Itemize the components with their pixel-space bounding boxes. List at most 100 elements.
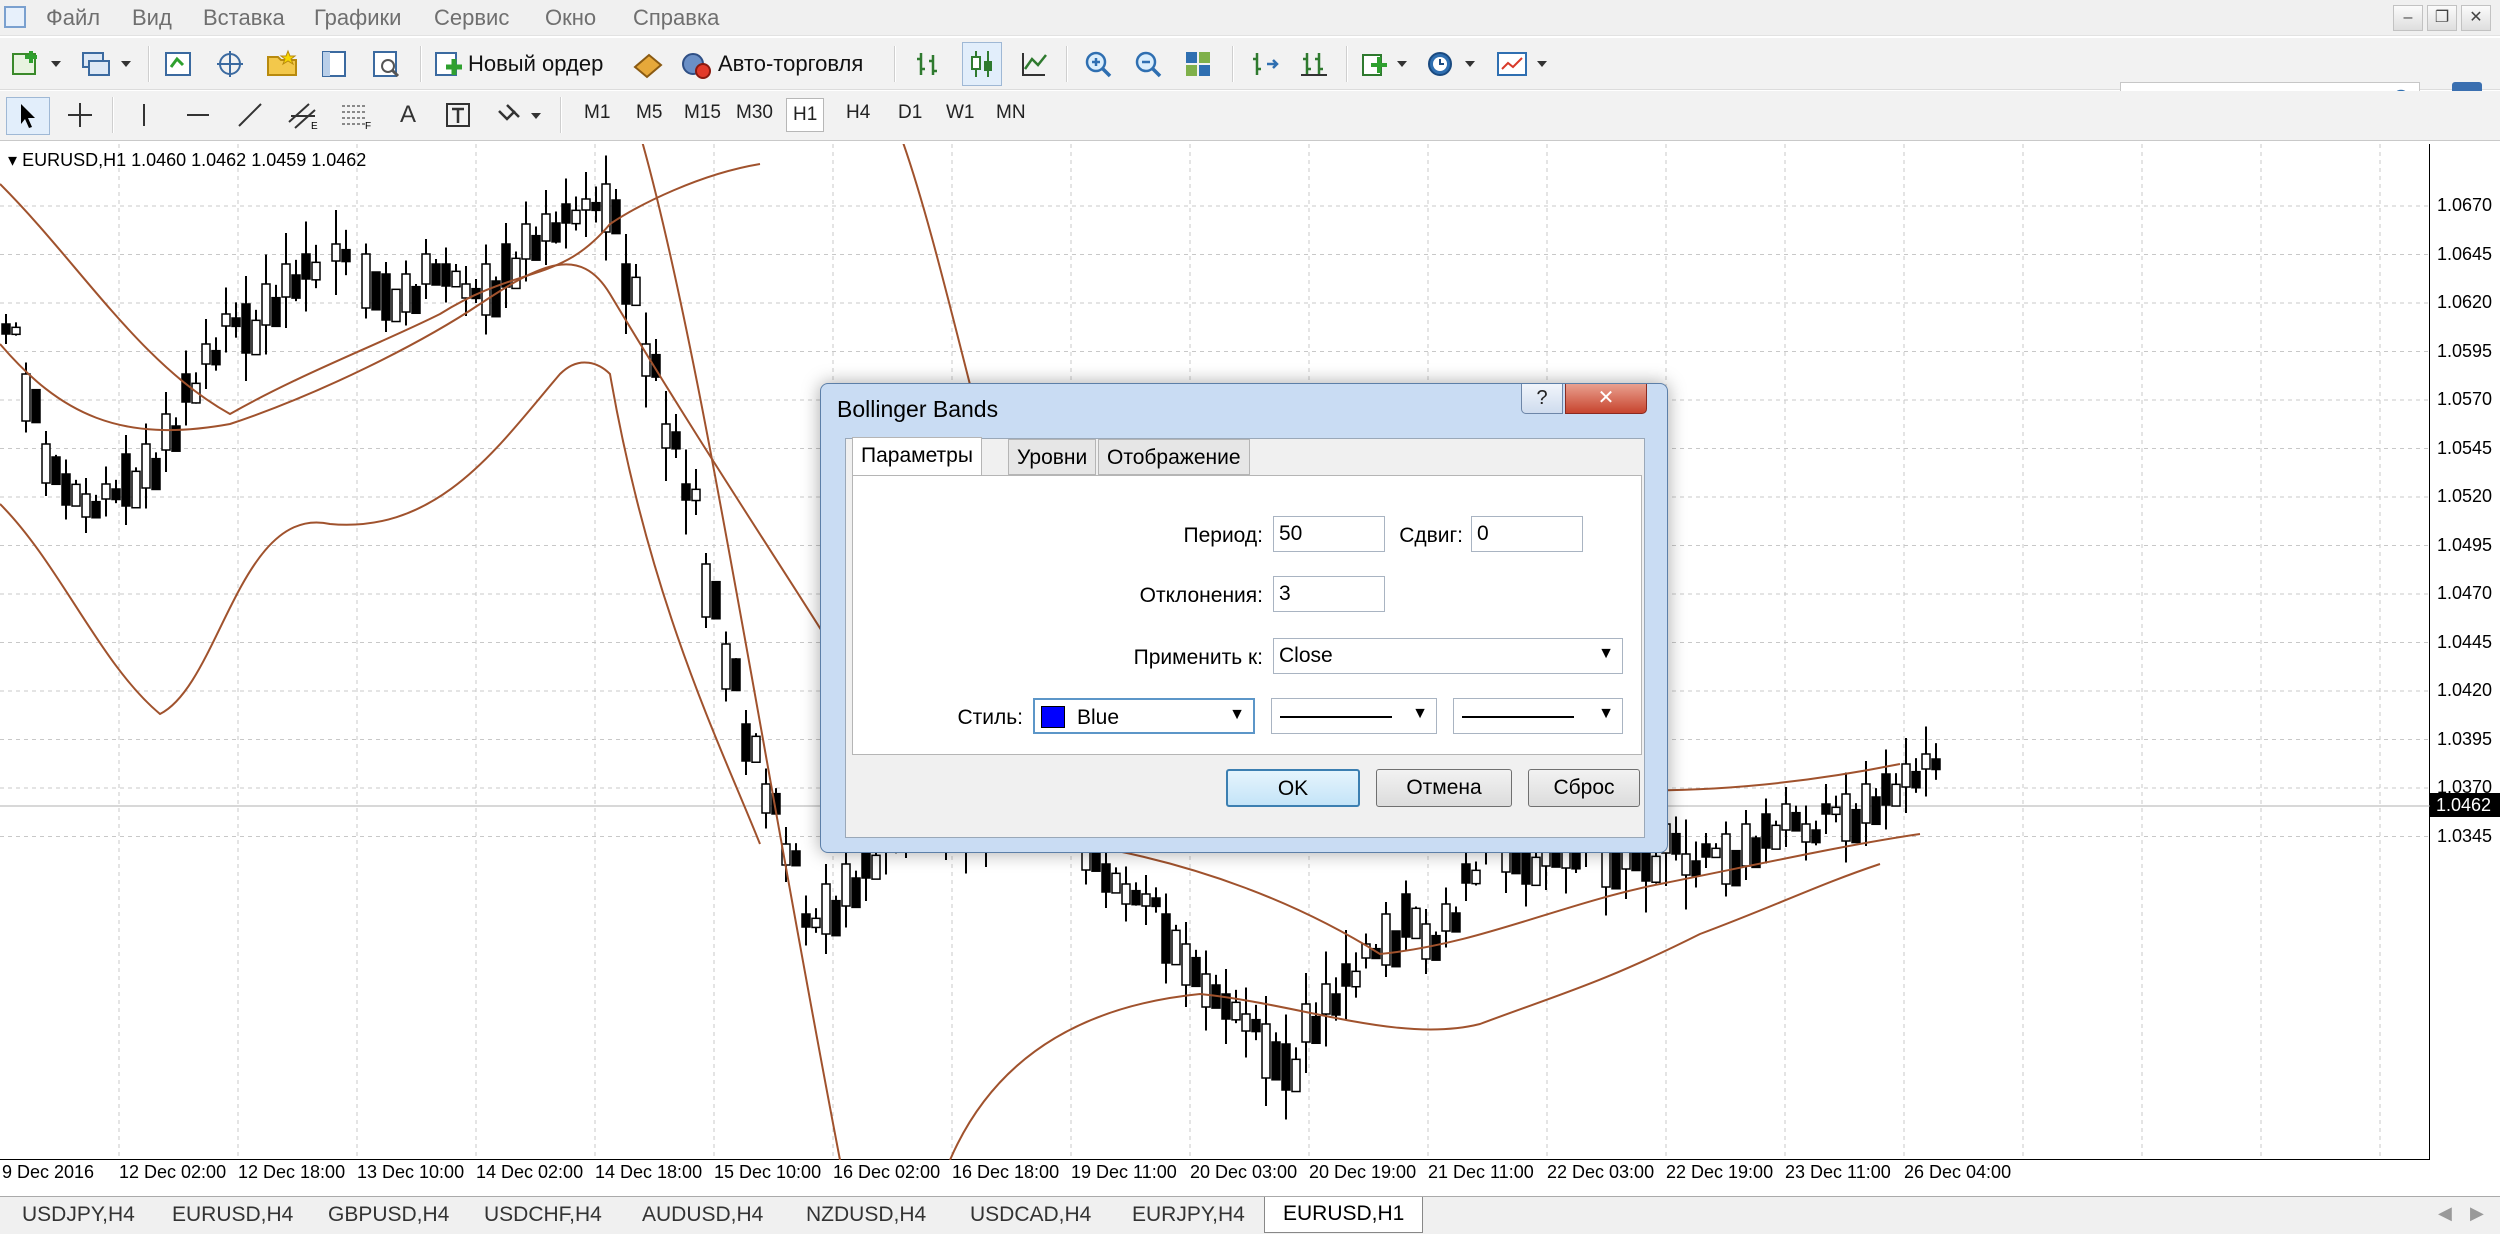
candle-body [301,253,311,280]
timeframe-h4[interactable]: H4 [846,102,870,124]
periods-button[interactable] [1424,46,1482,82]
zoom-out-icon [1135,51,1162,78]
indicators-button[interactable] [1358,46,1414,82]
zoom-in-button[interactable] [1080,46,1116,82]
menu-tools[interactable]: Сервис [434,5,509,31]
tab-eurusd-h1[interactable]: EURUSD,H1 [1264,1197,1424,1233]
tab-usdchf-h4[interactable]: USDCHF,H4 [484,1203,602,1227]
profiles-button[interactable] [78,46,136,82]
price-tick-label: 1.0620 [2437,292,2493,312]
menu-file[interactable]: Файл [46,5,100,31]
timeframe-m1[interactable]: M1 [584,102,610,124]
terminal-button[interactable] [316,46,352,82]
tab-eurusd-h4[interactable]: EURUSD,H4 [172,1203,293,1227]
shift-input[interactable]: 0 [1471,516,1583,552]
horizontal-line-tool[interactable] [180,97,216,133]
candle-body [701,563,711,618]
tile-windows-button[interactable] [1180,46,1216,82]
line-style-select[interactable]: ▼ [1271,698,1437,734]
metaeditor-button[interactable] [628,46,668,82]
reset-button[interactable]: Сброс [1528,769,1640,807]
collapse-arrow-icon[interactable]: ▾ [8,150,17,170]
new-chart-button[interactable] [8,46,66,82]
menu-charts[interactable]: Графики [314,5,401,31]
timeframe-mn[interactable]: MN [996,102,1026,124]
timeframe-m15[interactable]: M15 [684,102,721,124]
tab-eurjpy-h4[interactable]: EURJPY,H4 [1132,1203,1245,1227]
arrows-dropdown-tool[interactable] [494,97,548,133]
navigator-folder-icon [267,49,297,76]
line-width-select[interactable]: ▼ [1453,698,1623,734]
bar-chart-button[interactable] [910,46,946,82]
text-tool[interactable]: A [390,97,426,133]
help-button[interactable]: ? [1521,384,1563,414]
timeframe-h1[interactable]: H1 [786,98,825,132]
menu-help[interactable]: Справка [633,5,719,31]
tabs-scroll-left-icon[interactable]: ◀ [2438,1203,2452,1224]
tab-nzdusd-h4[interactable]: NZDUSD,H4 [806,1203,926,1227]
candle-body [731,658,741,692]
tab-levels[interactable]: Уровни [1008,439,1097,475]
candle-body [1851,808,1861,844]
menu-insert[interactable]: Вставка [203,5,285,31]
autotrading-button[interactable]: Авто-торговля [680,46,880,82]
close-window-button[interactable]: ✕ [2461,5,2491,31]
restore-button[interactable]: ❐ [2427,5,2457,31]
cursor-tool[interactable] [6,97,50,135]
close-dialog-button[interactable]: ✕ [1565,384,1647,414]
menu-view[interactable]: Вид [132,5,172,31]
menu-window[interactable]: Окно [545,5,596,31]
channel-icon: E [288,103,318,130]
fibonacci-tool[interactable]: F [336,97,376,133]
chart-shift-button[interactable] [1296,46,1332,82]
minimize-button[interactable]: ‒ [2393,5,2423,31]
strategy-tester-button[interactable] [368,46,404,82]
candlestick-button[interactable] [962,42,1002,86]
crosshair-icon [68,103,92,127]
auto-scroll-button[interactable] [1246,46,1282,82]
time-tick-label: 19 Dec 11:00 [1071,1162,1177,1182]
equidistant-channel-tool[interactable]: E [284,97,324,133]
tab-parameters[interactable]: Параметры [852,437,982,477]
timeframe-m30[interactable]: M30 [736,102,773,124]
tab-usdjpy-h4[interactable]: USDJPY,H4 [22,1203,135,1227]
navigator-button[interactable] [264,46,300,82]
market-watch-button[interactable] [160,46,196,82]
timeframe-m5[interactable]: M5 [636,102,662,124]
candle-body [1241,1013,1251,1032]
crosshair-tool[interactable] [60,97,100,133]
tabs-scroll-right-icon[interactable]: ▶ [2470,1203,2484,1224]
candle-body [341,248,351,263]
tab-usdcad-h4[interactable]: USDCAD,H4 [970,1203,1091,1227]
metaeditor-icon [633,53,663,79]
timeframe-w1[interactable]: W1 [946,102,975,124]
tab-visualization[interactable]: Отображение [1098,439,1250,475]
line-studies-toolbar: E F A M1 M5 M15 M30 H1 H4 D1 W1 MN [0,91,2500,141]
time-tick-label: 9 Dec 2016 [2,1162,95,1182]
deviation-label: Отклонения: [1139,584,1263,607]
line-chart-button[interactable] [1016,46,1052,82]
candle-body [221,313,231,327]
new-order-button[interactable]: Новый ордер [432,46,612,82]
tab-audusd-h4[interactable]: AUDUSD,H4 [642,1203,763,1227]
price-tick-label: 1.0595 [2437,340,2493,361]
time-tick-label: 26 Dec 04:00 [1904,1162,2012,1182]
zoom-out-button[interactable] [1130,46,1166,82]
deviation-input[interactable]: 3 [1273,576,1385,612]
candle-body [1761,813,1771,849]
candle-body [721,643,731,690]
color-select[interactable]: Blue ▼ [1033,698,1255,734]
data-window-button[interactable] [212,46,248,82]
cancel-button[interactable]: Отмена [1376,769,1512,807]
candle-body [451,270,461,288]
trendline-tool[interactable] [232,97,268,133]
timeframe-d1[interactable]: D1 [898,102,922,124]
apply-to-select[interactable]: Close ▼ [1273,638,1623,674]
templates-button[interactable] [1494,46,1554,82]
vertical-line-tool[interactable] [126,97,162,133]
candle-body [461,283,471,299]
tab-gbpusd-h4[interactable]: GBPUSD,H4 [328,1203,449,1227]
candle-body [81,493,91,518]
text-label-tool[interactable] [440,97,476,133]
ok-button[interactable]: OK [1226,769,1360,807]
